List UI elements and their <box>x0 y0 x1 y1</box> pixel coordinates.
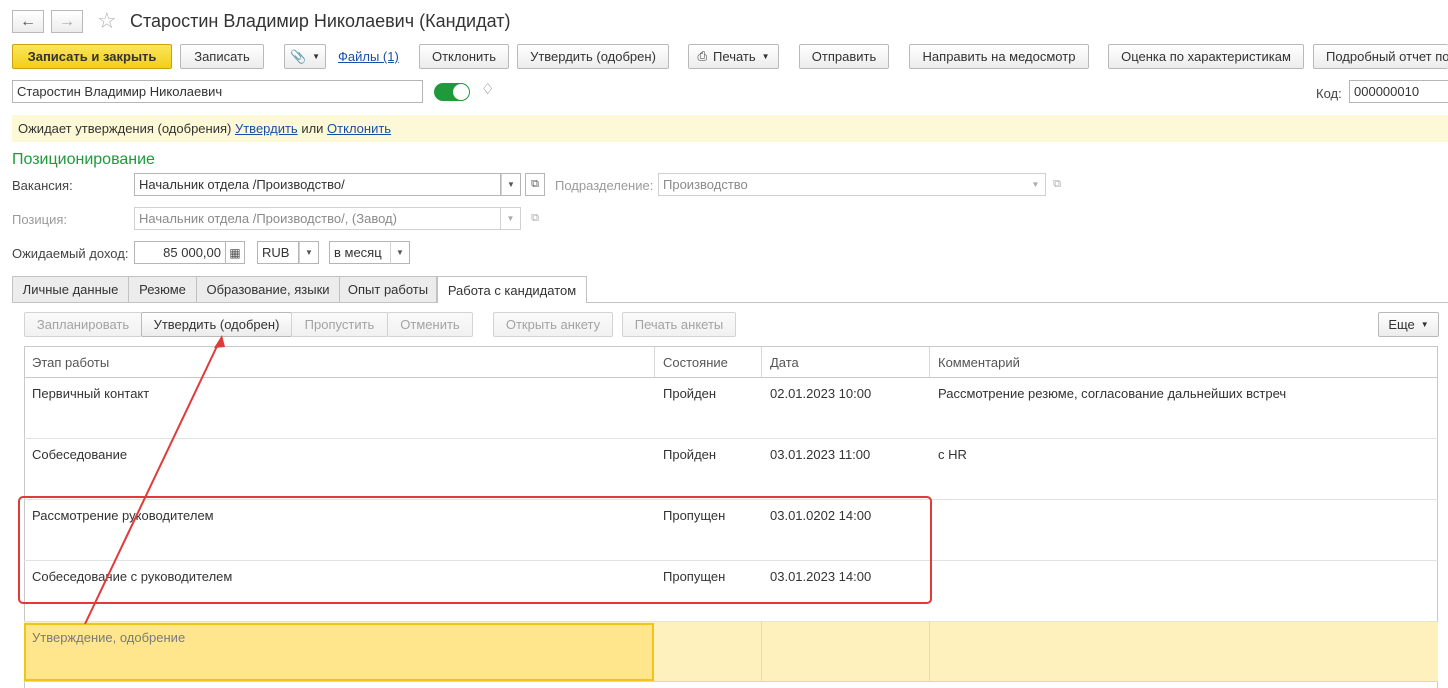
annotation-arrow <box>84 335 225 625</box>
